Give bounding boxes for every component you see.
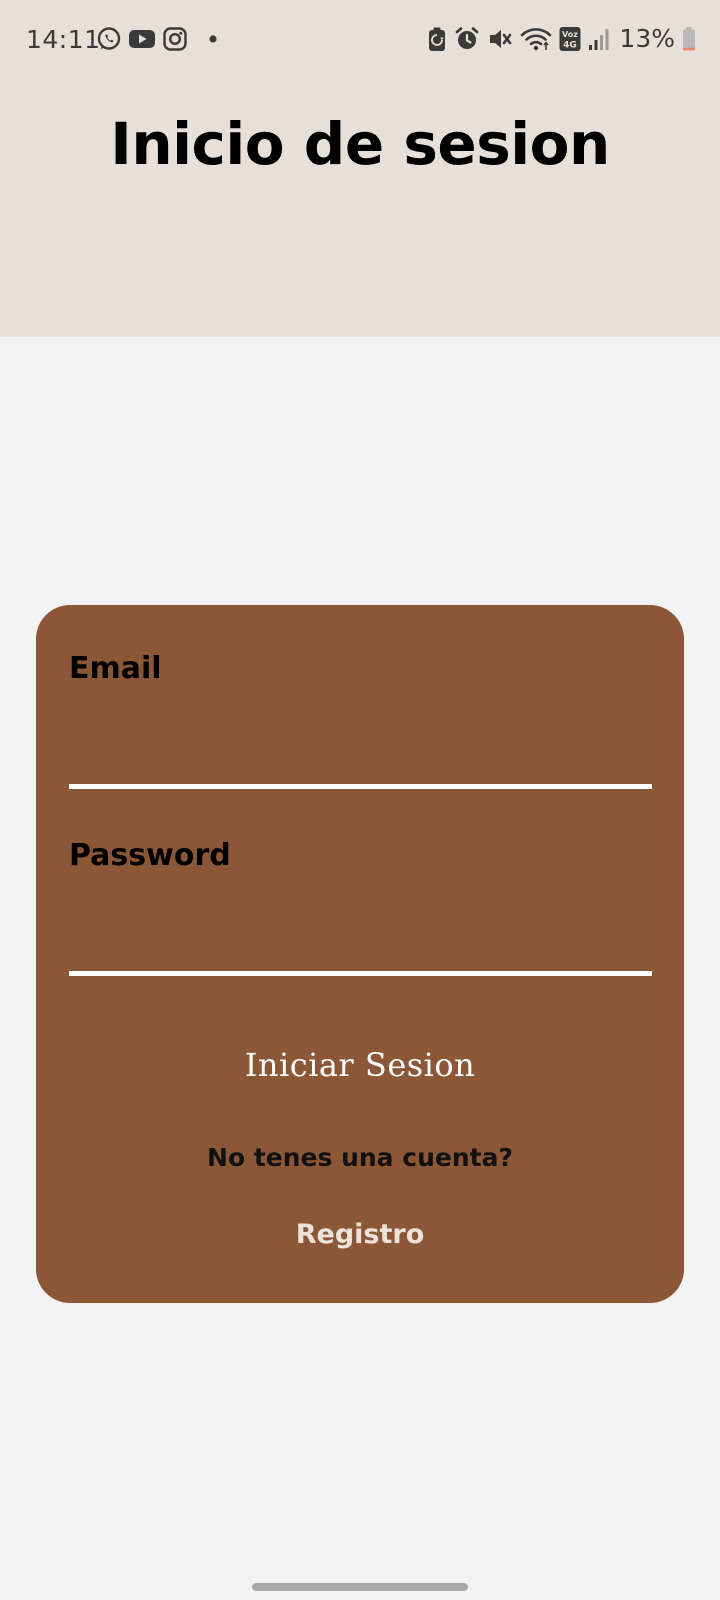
status-bar: 14:11 Voz 4G 13%	[0, 0, 720, 84]
signal-icon	[588, 26, 610, 52]
login-button[interactable]: Iniciar Sesion	[36, 1037, 684, 1093]
notification-dot-icon	[208, 34, 218, 44]
instagram-icon	[162, 26, 188, 52]
battery-percent: 13%	[619, 24, 675, 53]
status-left-icons	[96, 26, 218, 52]
page-title: Inicio de sesion	[110, 110, 610, 178]
status-time: 14:11	[26, 25, 101, 54]
email-label: Email	[69, 651, 162, 686]
login-card: Email Password Iniciar Sesion No tenes u…	[36, 605, 684, 1303]
password-input[interactable]	[69, 916, 652, 976]
data-saver-icon	[427, 26, 447, 52]
password-label: Password	[69, 838, 231, 873]
volte-label-bottom: 4G	[564, 40, 578, 50]
status-right-icons: Voz 4G 13%	[427, 24, 696, 53]
whatsapp-icon	[96, 26, 122, 52]
header-banner: 14:11 Voz 4G 13% Inicio de sesion	[0, 0, 720, 337]
volte-4g-icon: Voz 4G	[559, 26, 581, 52]
no-account-text: No tenes una cuenta?	[207, 1143, 513, 1172]
volte-label-top: Voz	[562, 30, 578, 39]
mute-icon	[487, 26, 513, 52]
home-indicator[interactable]	[252, 1583, 468, 1591]
wifi-icon	[520, 26, 552, 52]
register-link[interactable]: Registro	[36, 1219, 684, 1250]
youtube-icon	[128, 26, 156, 52]
battery-icon	[682, 26, 696, 52]
alarm-icon	[454, 26, 480, 52]
email-input[interactable]	[69, 729, 652, 789]
